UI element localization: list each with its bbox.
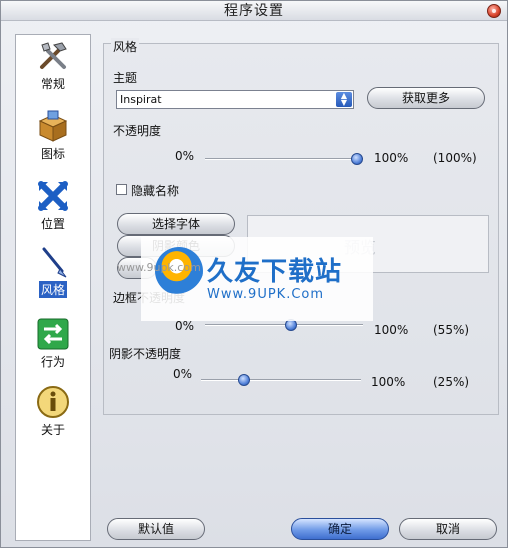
sidebar-item-about[interactable]: 关于 [16,385,90,438]
get-more-button[interactable]: 获取更多 [367,87,485,109]
shadow-opacity-label: 阴影不透明度 [109,347,182,361]
info-icon [37,386,69,418]
hide-names-label: 隐藏名称 [131,184,180,198]
defaults-button[interactable]: 默认值 [107,518,205,540]
shadow-opacity-min-label: 0% [173,367,193,381]
sidebar-item-label: 常规 [40,77,65,91]
slider-track [201,379,361,381]
hide-names-checkbox[interactable] [116,184,127,195]
theme-select-value: Inspirat [120,93,162,106]
sidebar-item-general[interactable]: 常规 [16,39,90,92]
tools-icon [40,42,67,69]
slider-thumb[interactable] [351,153,363,165]
opacity-min-label: 0% [175,149,195,163]
opacity-slider[interactable] [205,153,363,165]
watermark-overlay: www.9upk.com 久友下载站 Www.9UPK.Com [117,237,373,321]
sidebar-item-label: 风格 [38,281,67,298]
sidebar-item-icons[interactable]: 图标 [16,109,90,162]
opacity-label: 不透明度 [113,124,162,138]
sidebar-item-label: 位置 [40,217,65,231]
box-icon [38,110,68,142]
opacity-value: (100%) [433,151,477,165]
sidebar-item-style[interactable]: 风格 [16,245,90,298]
cancel-button[interactable]: 取消 [399,518,497,540]
sidebar-item-label: 行为 [40,355,65,369]
theme-label: 主题 [113,71,138,85]
switch-arrows-icon [37,318,69,350]
choose-font-button[interactable]: 选择字体 [117,213,235,235]
shadow-opacity-slider[interactable] [201,374,361,386]
close-icon[interactable] [487,4,501,18]
shadow-opacity-value: (25%) [433,375,470,389]
theme-select[interactable]: Inspirat ▲ ▼ [116,90,354,109]
watermark-url: Www.9UPK.Com [207,287,325,302]
sidebar-item-label: 图标 [40,147,65,161]
shadow-opacity-max-label: 100% [371,375,406,389]
slider-track [205,158,363,160]
dropdown-arrows-icon[interactable]: ▲ ▼ [336,92,352,107]
border-opacity-max-label: 100% [374,323,409,337]
ok-button[interactable]: 确定 [291,518,389,540]
sidebar: 常规 图标 位置 风格 行为 关于 [15,34,91,541]
window-title: 程序设置 [224,3,284,19]
sidebar-item-label: 关于 [40,423,65,437]
slider-thumb[interactable] [238,374,250,386]
watermark-small-url: www.9upk.com [117,261,201,274]
title-bar[interactable]: 程序设置 [1,1,507,21]
arrows-icon [38,181,68,211]
border-opacity-min-label: 0% [175,319,195,333]
settings-window: 程序设置 常规 图标 位置 风格 行为 关于 风格 主题 Inspirat ▲ … [0,0,508,548]
opacity-max-label: 100% [374,151,409,165]
slider-track [205,324,363,326]
style-group-title: 风格 [111,38,140,55]
sidebar-item-behavior[interactable]: 行为 [16,317,90,370]
brush-icon [42,247,67,278]
border-opacity-value: (55%) [433,323,470,337]
watermark-title: 久友下载站 [207,257,343,287]
sidebar-item-position[interactable]: 位置 [16,179,90,232]
